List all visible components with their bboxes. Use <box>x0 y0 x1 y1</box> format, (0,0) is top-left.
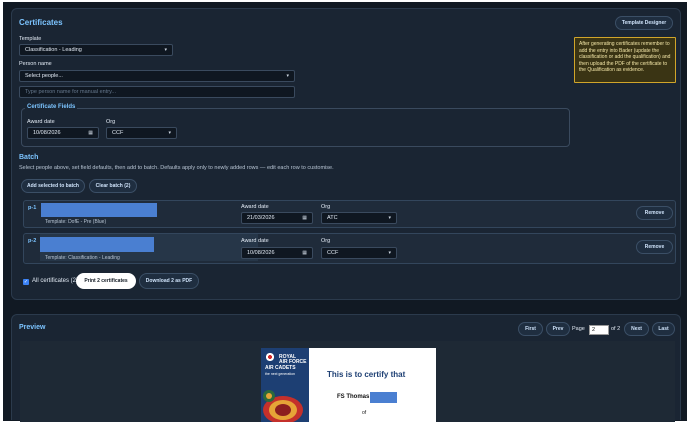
prev-page-button[interactable]: Prev <box>546 322 570 336</box>
certificate-recipient: FS Thomas <box>337 394 370 400</box>
org-select[interactable]: CCF ▾ <box>106 127 177 139</box>
row-id: p-1 <box>28 205 37 211</box>
batch-row: p-1 Template: DofE - Pre (Blue) Award da… <box>23 200 676 228</box>
row-award-date-input[interactable]: 21/03/2026 ▦ <box>241 212 313 224</box>
certificate-fields-legend: Certificate Fields <box>25 104 78 110</box>
batch-help-text: Select people above, set field defaults,… <box>19 165 334 171</box>
person-name-label: Person name <box>19 61 52 67</box>
calendar-icon: ▦ <box>302 250 307 256</box>
row-award-date-value: 21/03/2026 <box>247 215 275 221</box>
logo-tagline: the next generation <box>265 372 295 376</box>
certificate-fields-fieldset <box>21 108 570 147</box>
roundel-icon <box>264 351 276 363</box>
award-date-label: Award date <box>27 119 55 125</box>
template-designer-button[interactable]: Template Designer <box>615 16 673 30</box>
batch-title: Batch <box>19 154 39 161</box>
certificate-heading: This is to certify that <box>327 370 406 379</box>
raf-air-cadets-logo: ROYAL AIR FORCE AIR CADETS the next gene… <box>261 348 321 422</box>
squadron-badge-icon <box>263 390 303 422</box>
next-page-button[interactable]: Next <box>624 322 649 336</box>
certificates-title: Certificates <box>19 18 63 27</box>
download-pdf-button[interactable]: Download 2 as PDF <box>139 273 199 289</box>
calendar-icon: ▦ <box>88 130 93 136</box>
reminder-note: After generating certificates remember t… <box>574 37 676 83</box>
manual-person-input[interactable]: Type person name for manual entry... <box>19 86 295 98</box>
first-page-button[interactable]: First <box>518 322 543 336</box>
award-date-value: 10/08/2026 <box>33 130 61 136</box>
row-org-label: Org <box>321 238 331 244</box>
redacted-surname <box>370 392 397 403</box>
chevron-down-icon: ▾ <box>164 47 167 53</box>
template-label: Template <box>19 36 42 42</box>
award-date-input[interactable]: 10/08/2026 ▦ <box>27 127 99 139</box>
row-award-date-input[interactable]: 10/08/2026 ▦ <box>241 247 313 259</box>
app-screen: Certificates Template Designer Template … <box>3 2 687 422</box>
person-select[interactable]: Select people... ▾ <box>19 70 295 82</box>
row-org-value: CCF <box>327 250 339 256</box>
add-to-batch-button[interactable]: Add selected to batch <box>21 179 85 193</box>
row-org-select[interactable]: ATC ▾ <box>321 212 397 224</box>
certificate-preview: ROYAL AIR FORCE AIR CADETS the next gene… <box>261 348 436 422</box>
row-org-value: ATC <box>327 215 338 221</box>
row-template: Template: Classification - Leading <box>45 255 120 261</box>
all-certificates-checkbox[interactable]: ✓ <box>23 279 29 285</box>
row-template: Template: DofE - Pre (Blue) <box>45 219 107 225</box>
row-id: p-2 <box>28 238 37 244</box>
redacted-person-name <box>40 237 154 252</box>
last-page-button[interactable]: Last <box>652 322 675 336</box>
template-select-value: Classification - Leading <box>25 47 82 53</box>
chevron-down-icon: ▾ <box>388 215 391 221</box>
org-label: Org <box>106 119 116 125</box>
clear-batch-button[interactable]: Clear batch (2) <box>89 179 137 193</box>
remove-row-button[interactable]: Remove <box>636 240 673 254</box>
print-certificates-button[interactable]: Print 2 certificates <box>76 273 136 289</box>
row-award-date-label: Award date <box>241 238 269 244</box>
batch-row: p-2 Template: Classification - Leading A… <box>23 233 676 264</box>
org-select-value: CCF <box>112 130 124 136</box>
chevron-down-icon: ▾ <box>388 250 391 256</box>
page-count: of 2 <box>611 326 621 332</box>
page-label: Page <box>572 326 585 332</box>
all-certificates-label: All certificates (2) <box>32 278 79 284</box>
row-award-date-value: 10/08/2026 <box>247 250 275 256</box>
chevron-down-icon: ▾ <box>168 130 171 136</box>
row-award-date-label: Award date <box>241 204 269 210</box>
page-number-input[interactable]: 2 <box>589 325 609 335</box>
certificate-of: of <box>362 410 367 416</box>
person-select-value: Select people... <box>25 73 63 79</box>
row-org-select[interactable]: CCF ▾ <box>321 247 397 259</box>
preview-title: Preview <box>19 324 46 331</box>
calendar-icon: ▦ <box>302 215 307 221</box>
redacted-person-name <box>41 203 157 217</box>
row-org-label: Org <box>321 204 331 210</box>
chevron-down-icon: ▾ <box>286 73 289 79</box>
logo-air-cadets: AIR CADETS <box>265 365 296 371</box>
remove-row-button[interactable]: Remove <box>636 206 673 220</box>
logo-stripe <box>309 348 321 422</box>
template-select[interactable]: Classification - Leading ▾ <box>19 44 173 56</box>
